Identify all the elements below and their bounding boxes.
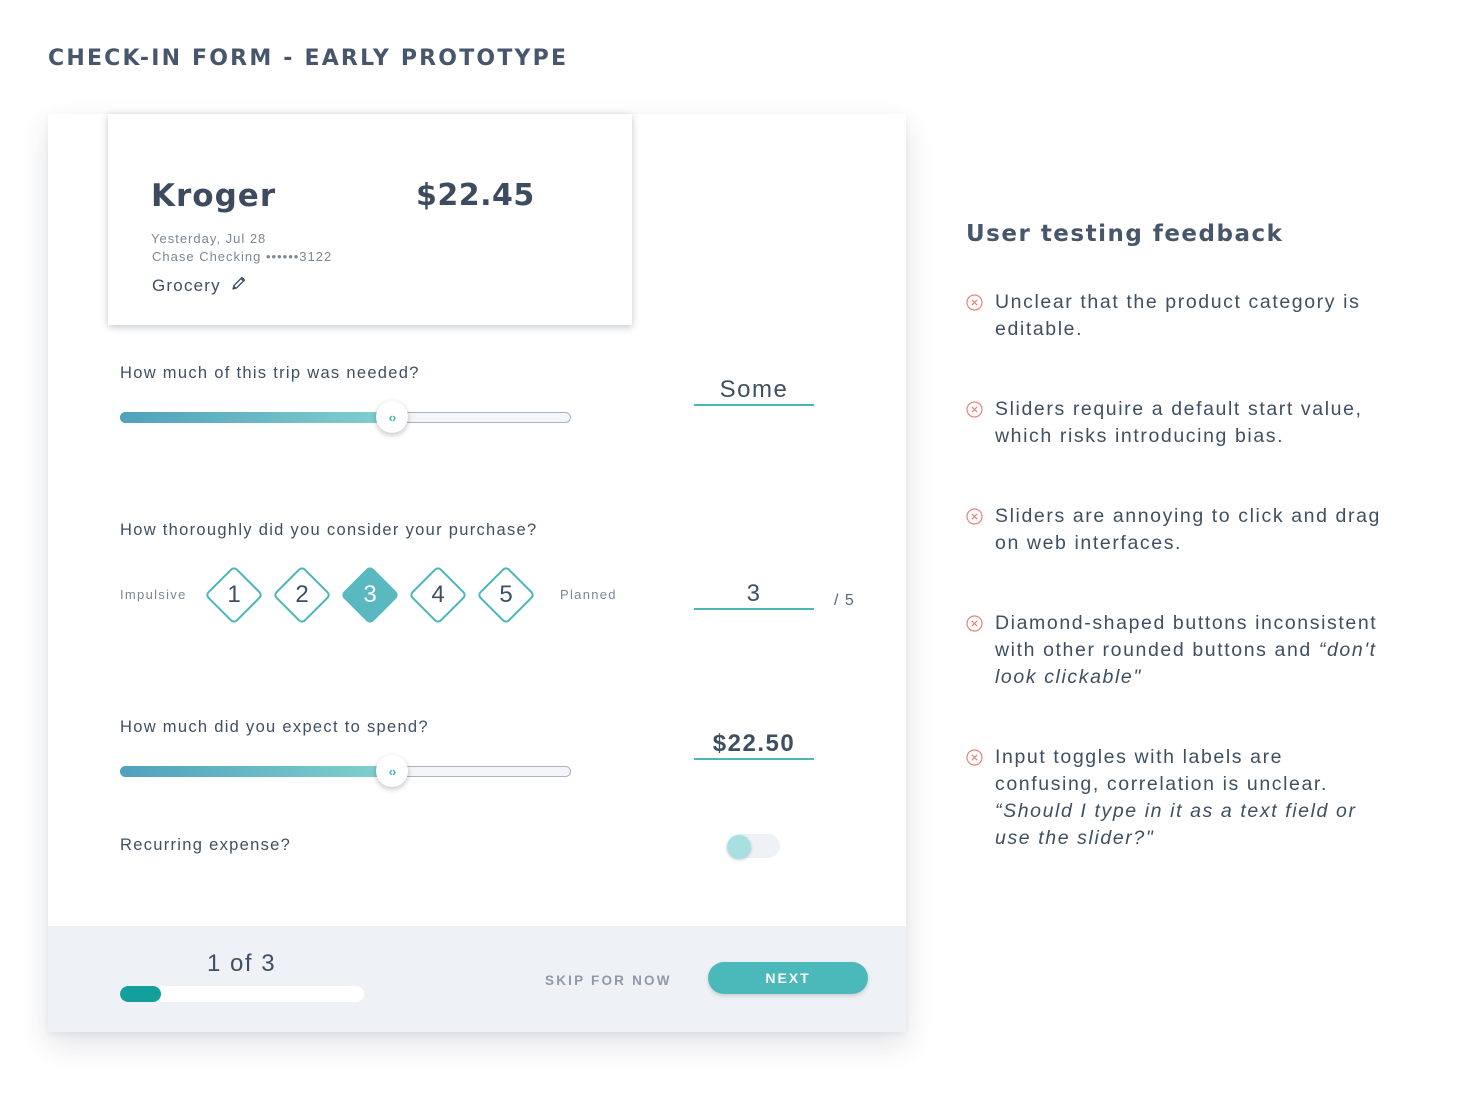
scale-left-label: Impulsive bbox=[120, 587, 187, 602]
needed-question-label: How much of this trip was needed? bbox=[120, 364, 420, 382]
receipt-card: Kroger $22.45 Yesterday, Jul 28 Chase Ch… bbox=[108, 114, 632, 325]
page-title: CHECK-IN FORM - EARLY PROTOTYPE bbox=[48, 46, 569, 71]
rating-option-2[interactable]: 2 bbox=[271, 564, 333, 626]
expected-spend-slider[interactable]: ‹› bbox=[119, 755, 571, 787]
feedback-text: Unclear that the product category is edi… bbox=[995, 291, 1361, 340]
account-name: Chase Checking ••••••3122 bbox=[152, 249, 333, 264]
feedback-item: Diamond-shaped buttons inconsistent with… bbox=[966, 610, 1386, 691]
progress-bar-fill bbox=[120, 986, 162, 1002]
progress-text: 1 of 3 bbox=[207, 950, 277, 977]
feedback-item: Sliders are annoying to click and drag o… bbox=[966, 503, 1386, 557]
recurring-question-label: Recurring expense? bbox=[120, 836, 292, 854]
feedback-item: Input toggles with labels are confusing,… bbox=[966, 744, 1386, 852]
category-editor[interactable]: Grocery bbox=[152, 275, 247, 296]
rating-option-1[interactable]: 1 bbox=[203, 564, 265, 626]
circle-x-icon bbox=[966, 401, 983, 418]
feedback-item: Unclear that the product category is edi… bbox=[966, 289, 1386, 343]
next-button[interactable]: NEXT bbox=[708, 962, 868, 994]
circle-x-icon bbox=[966, 508, 983, 525]
expected-spend-slider-fill bbox=[119, 765, 391, 777]
pencil-icon[interactable] bbox=[231, 275, 247, 296]
feedback-text: Sliders are annoying to click and drag o… bbox=[995, 505, 1381, 554]
feedback-quote: “Should I type in it as a text field or … bbox=[995, 800, 1357, 849]
circle-x-icon bbox=[966, 749, 983, 766]
feedback-title: User testing feedback bbox=[966, 221, 1284, 247]
check-in-form: Kroger $22.45 Yesterday, Jul 28 Chase Ch… bbox=[48, 114, 906, 1032]
feedback-text: Diamond-shaped buttons inconsistent with… bbox=[995, 612, 1378, 688]
circle-x-icon bbox=[966, 615, 983, 632]
recurring-toggle[interactable] bbox=[727, 834, 780, 859]
expected-spend-question-label: How much did you expect to spend? bbox=[120, 718, 429, 736]
consider-value: 3 bbox=[746, 580, 762, 607]
feedback-item: Sliders require a default start value, w… bbox=[966, 396, 1386, 450]
toggle-knob bbox=[727, 835, 751, 859]
rating-option-3[interactable]: 3 bbox=[339, 564, 401, 626]
needed-value: Some bbox=[719, 376, 789, 403]
expected-spend-value-field[interactable]: $22.50 bbox=[694, 730, 814, 760]
skip-for-now-link[interactable]: SKIP FOR NOW bbox=[545, 973, 672, 988]
scale-right-label: Planned bbox=[560, 587, 617, 602]
transaction-date: Yesterday, Jul 28 bbox=[151, 231, 267, 246]
needed-slider[interactable]: ‹› bbox=[119, 401, 571, 433]
progress-bar bbox=[120, 986, 364, 1002]
feedback-text: Input toggles with labels are confusing,… bbox=[995, 746, 1357, 849]
expected-spend-value: $22.50 bbox=[712, 730, 796, 757]
needed-value-field[interactable]: Some bbox=[694, 376, 814, 406]
consider-value-field[interactable]: 3 bbox=[694, 580, 814, 610]
rating-option-5[interactable]: 5 bbox=[475, 564, 537, 626]
merchant-name: Kroger bbox=[151, 178, 277, 214]
slider-handle-icon[interactable]: ‹› bbox=[376, 401, 408, 433]
rating-option-4[interactable]: 4 bbox=[407, 564, 469, 626]
needed-slider-fill bbox=[119, 411, 391, 423]
feedback-text: Sliders require a default start value, w… bbox=[995, 398, 1363, 447]
consider-question-label: How thoroughly did you consider your pur… bbox=[120, 521, 538, 539]
circle-x-icon bbox=[966, 294, 983, 311]
transaction-amount: $22.45 bbox=[416, 178, 535, 213]
category-label: Grocery bbox=[152, 275, 221, 295]
form-footer: 1 of 3 SKIP FOR NOW NEXT bbox=[48, 926, 906, 1032]
slider-handle-icon[interactable]: ‹› bbox=[376, 755, 408, 787]
rating-max-label: / 5 bbox=[834, 592, 855, 609]
